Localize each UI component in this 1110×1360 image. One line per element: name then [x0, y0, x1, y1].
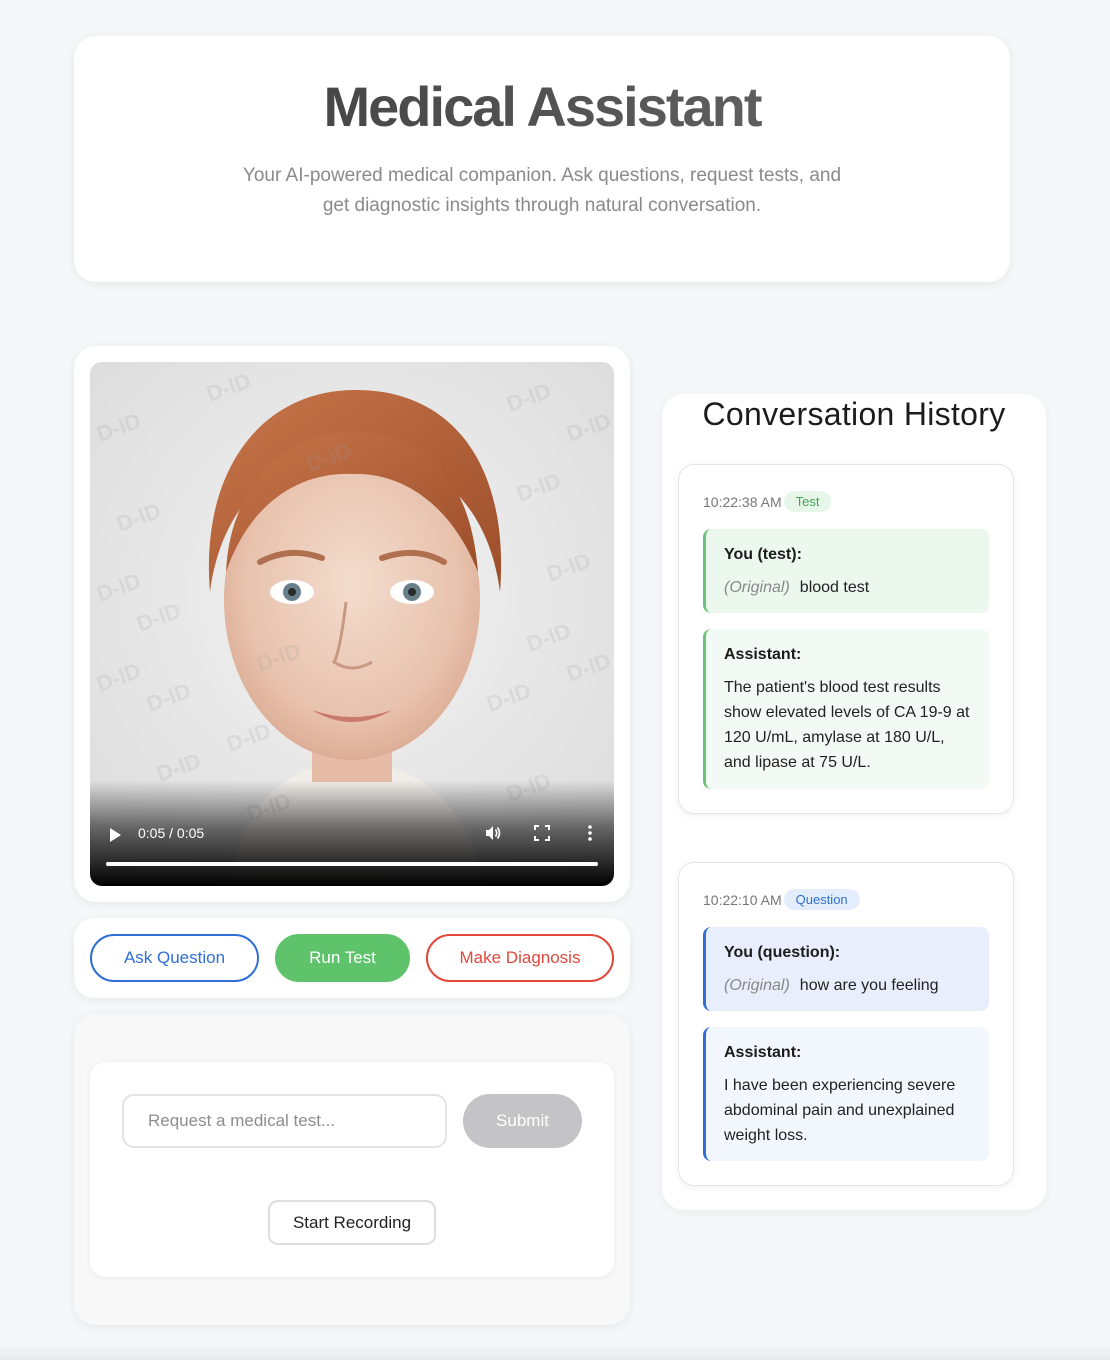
conversation-history-panel: Conversation History 10:22:38 AM Test Yo…	[662, 394, 1046, 1210]
page-subtitle: Your AI-powered medical companion. Ask q…	[242, 165, 842, 216]
assistant-message-text: The patient's blood test results show el…	[724, 679, 970, 771]
original-tag: (Original)	[724, 977, 790, 994]
start-recording-button[interactable]: Start Recording	[268, 1200, 436, 1245]
entry-timestamp: 10:22:38 AM	[703, 493, 782, 510]
history-title: Conversation History	[702, 396, 1006, 432]
fullscreen-icon[interactable]	[534, 825, 550, 841]
entry-type-badge: Question	[783, 889, 860, 910]
submit-button[interactable]: Submit	[463, 1094, 582, 1148]
history-entry: 10:22:10 AM Question You (question): (Or…	[678, 862, 1014, 1186]
user-message-text: blood test	[799, 579, 870, 596]
assistant-message-label: Assistant:	[724, 1044, 802, 1061]
user-message: You (test): (Original) blood test	[703, 529, 989, 613]
video-time: 0:05 / 0:05	[138, 825, 205, 841]
volume-icon[interactable]	[484, 824, 502, 842]
input-form: Submit Start Recording	[90, 1062, 614, 1277]
video-progress-fill	[106, 862, 598, 866]
user-message: You (question): (Original) how are you fe…	[703, 927, 989, 1011]
avatar-video[interactable]: D-ID D-ID D-ID D-ID D-ID D-ID D-ID D-ID …	[90, 362, 614, 886]
run-test-button[interactable]: Run Test	[275, 934, 410, 982]
assistant-message: Assistant: The patient's blood test resu…	[703, 629, 989, 789]
video-controls: 0:05 / 0:05	[90, 780, 614, 886]
play-icon[interactable]	[110, 828, 121, 842]
user-message-body: (Original) blood test	[724, 575, 971, 600]
entry-meta: 10:22:38 AM Test	[703, 491, 832, 512]
assistant-message-text: I have been experiencing severe abdomina…	[724, 1077, 956, 1144]
entry-type-badge: Test	[783, 491, 832, 512]
entry-timestamp: 10:22:10 AM	[703, 891, 782, 908]
user-message-label: You (test):	[724, 546, 802, 563]
entry-meta: 10:22:10 AM Question	[703, 889, 860, 910]
page-title: Medical Assistant	[74, 74, 1010, 139]
history-entry: 10:22:38 AM Test You (test): (Original) b…	[678, 464, 1014, 814]
mode-selector: Ask Question Run Test Make Diagnosis	[74, 918, 630, 998]
input-card: Submit Start Recording	[74, 1014, 630, 1325]
assistant-message-label: Assistant:	[724, 646, 802, 663]
user-message-label: You (question):	[724, 944, 841, 961]
user-message-text: how are you feeling	[799, 977, 939, 994]
assistant-message: Assistant: I have been experiencing seve…	[703, 1027, 989, 1161]
video-progress-bar[interactable]	[106, 862, 598, 866]
header-card: Medical Assistant Your AI-powered medica…	[74, 36, 1010, 282]
user-message-body: (Original) how are you feeling	[724, 973, 971, 998]
original-tag: (Original)	[724, 579, 790, 596]
ask-question-button[interactable]: Ask Question	[90, 934, 259, 982]
make-diagnosis-button[interactable]: Make Diagnosis	[426, 934, 614, 982]
test-request-input[interactable]	[122, 1094, 447, 1148]
video-card: D-ID D-ID D-ID D-ID D-ID D-ID D-ID D-ID …	[74, 346, 630, 902]
more-options-icon[interactable]	[586, 824, 594, 842]
page: Medical Assistant Your AI-powered medica…	[0, 0, 1110, 1360]
